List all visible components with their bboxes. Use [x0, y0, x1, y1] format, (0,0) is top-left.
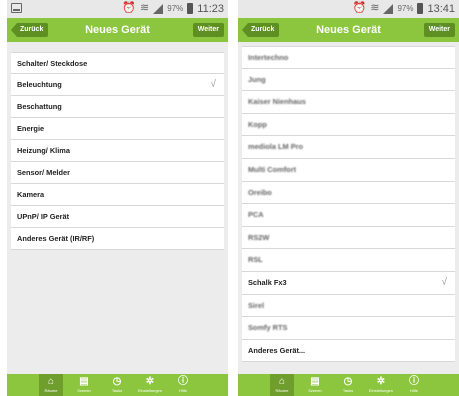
- list-item-kamera[interactable]: Kamera: [11, 184, 224, 206]
- next-button[interactable]: Weiter: [192, 23, 224, 37]
- list-item-rsl[interactable]: RSL: [242, 249, 455, 272]
- screenshot-icon: [11, 3, 22, 13]
- list-item-label: Intertechno: [248, 53, 289, 62]
- status-bar: ⏰ ≋ 97% 13:41: [238, 0, 459, 18]
- list-item-pca[interactable]: PCA: [242, 204, 455, 227]
- battery-percent: 97%: [397, 4, 414, 13]
- alarm-icon: ⏰: [122, 2, 137, 14]
- list-item-label: Heizung/ Klima: [17, 146, 70, 155]
- list-item-energie[interactable]: Energie: [11, 118, 224, 140]
- info-icon: ⓘ: [409, 376, 419, 387]
- list-item-label: Schalter/ Steckdose: [17, 59, 88, 68]
- list-item-label: Jung: [248, 74, 266, 84]
- alarm-icon: ⏰: [352, 2, 367, 14]
- list-item-label: Somfy RTS: [248, 323, 288, 333]
- list-item-label: Energie: [17, 124, 45, 133]
- settings-icon: ✲: [145, 376, 155, 387]
- list-item-sirel[interactable]: Sirel: [242, 295, 455, 318]
- list-item-kaiser-nienhaus[interactable]: Kaiser Nienhaus: [242, 91, 455, 114]
- manufacturer-list: Intertechno Jung Kaiser Nienhaus Kopp mediol…: [242, 46, 455, 363]
- next-button[interactable]: Weiter: [423, 23, 455, 37]
- signal-icon: [383, 3, 394, 14]
- list-item-anderes-gerät-ir-rf[interactable]: Anderes Gerät (IR/RF): [11, 228, 224, 250]
- battery-percent: 97%: [167, 4, 184, 13]
- clock-icon: ◷: [112, 376, 122, 387]
- list-item-oreibo[interactable]: Oreibo: [242, 182, 455, 205]
- tab-räume[interactable]: ⌂ Räume: [39, 374, 63, 396]
- list-item-sensor-melder[interactable]: Sensor/ Melder: [11, 162, 224, 184]
- list-item-label: Anderes Gerät (IR/RF): [17, 234, 95, 243]
- list-item-label: Schalk Fx3: [248, 277, 287, 287]
- tab-szenen[interactable]: ▤ Szenen: [303, 374, 327, 396]
- list-item-mediola-lm-pro[interactable]: mediola LM Pro: [242, 136, 455, 159]
- status-indicators: ⏰ ≋ 97% 11:23: [122, 2, 224, 15]
- list-item-schalk-fx3[interactable]: Schalk Fx3 √: [242, 272, 455, 295]
- tab-bar: ⌂ Räume ▤ Szenen ◷ Tasks ✲ Einstellungen ⓘ Hilfe: [7, 374, 228, 396]
- list-item-jung[interactable]: Jung: [242, 69, 455, 92]
- list-item-anderes-gerät[interactable]: Anderes Gerät...: [242, 340, 455, 363]
- list-item-label: PCA: [248, 210, 264, 220]
- rooms-icon: ⌂: [47, 376, 55, 387]
- list-item-label: Kamera: [17, 190, 45, 199]
- nav-bar: Zurück Neues Gerät Weiter: [238, 18, 459, 42]
- scenes-icon: ▤: [79, 376, 89, 387]
- list-item-label: Sensor/ Melder: [17, 168, 70, 177]
- tab-einstellungen[interactable]: ✲ Einstellungen: [138, 374, 162, 396]
- phone-screen-right: ⏰ ≋ 97% 13:41 Zurück Neues Gerät Weiter …: [238, 0, 459, 396]
- back-button[interactable]: Zurück: [242, 23, 280, 37]
- list-item-heizung-klima[interactable]: Heizung/ Klima: [11, 140, 224, 162]
- nav-bar: Zurück Neues Gerät Weiter: [7, 18, 228, 42]
- checkmark-icon: √: [441, 276, 448, 288]
- settings-icon: ✲: [376, 376, 386, 387]
- tab-label: Hilfe: [409, 388, 418, 393]
- clock-icon: ◷: [343, 376, 353, 387]
- info-icon: ⓘ: [178, 376, 188, 387]
- list-item-label: UPnP/ IP Gerät: [17, 212, 70, 221]
- back-button[interactable]: Zurück: [11, 23, 49, 37]
- list-item-beschattung[interactable]: Beschattung: [11, 96, 224, 118]
- tab-einstellungen[interactable]: ✲ Einstellungen: [369, 374, 393, 396]
- tab-tasks[interactable]: ◷ Tasks: [105, 374, 129, 396]
- list-item-label: Beschattung: [17, 102, 62, 111]
- wifi-icon: ≋: [140, 2, 150, 14]
- tab-hilfe[interactable]: ⓘ Hilfe: [171, 374, 195, 396]
- list-item-label: RS2W: [248, 232, 270, 242]
- list-item-label: Multi Comfort: [248, 164, 297, 174]
- tab-tasks[interactable]: ◷ Tasks: [336, 374, 360, 396]
- list-item-upnp-ip-gerät[interactable]: UPnP/ IP Gerät: [11, 206, 224, 228]
- status-bar: ⏰ ≋ 97% 11:23: [7, 0, 228, 18]
- list-item-label: RSL: [248, 255, 263, 265]
- tab-bar: ⌂ Räume ▤ Szenen ◷ Tasks ✲ Einstellungen ⓘ Hilfe: [238, 374, 459, 396]
- tab-szenen[interactable]: ▤ Szenen: [72, 374, 96, 396]
- list-item-somfy-rts[interactable]: Somfy RTS: [242, 317, 455, 340]
- list-item-label: mediola LM Pro: [248, 142, 304, 152]
- scenes-icon: ▤: [310, 376, 320, 387]
- wifi-icon: ≋: [370, 2, 380, 14]
- list-item-intertechno[interactable]: Intertechno: [242, 46, 455, 69]
- list-item-kopp[interactable]: Kopp: [242, 114, 455, 137]
- checkmark-icon: √: [210, 79, 217, 90]
- list-item-label: Beleuchtung: [17, 80, 62, 89]
- signal-icon: [153, 3, 164, 14]
- list-item-label: Kopp: [248, 119, 267, 129]
- list-item-label: Sirel: [248, 300, 265, 310]
- clock-time: 11:23: [197, 2, 224, 15]
- list-item-label: Oreibo: [248, 187, 272, 197]
- list-item-multi-comfort[interactable]: Multi Comfort: [242, 159, 455, 182]
- list-item-schalter-steckdose[interactable]: Schalter/ Steckdose: [11, 52, 224, 74]
- tab-räume[interactable]: ⌂ Räume: [270, 374, 294, 396]
- rooms-icon: ⌂: [278, 376, 286, 387]
- list-item-rs2w[interactable]: RS2W: [242, 227, 455, 250]
- tab-hilfe[interactable]: ⓘ Hilfe: [402, 374, 426, 396]
- tab-label: Hilfe: [178, 388, 187, 393]
- list-item-beleuchtung[interactable]: Beleuchtung √: [11, 74, 224, 96]
- clock-time: 13:41: [427, 2, 455, 15]
- status-indicators: ⏰ ≋ 97% 13:41: [353, 2, 455, 15]
- list-item-label: Anderes Gerät...: [248, 345, 306, 355]
- battery-icon: [417, 3, 424, 14]
- device-category-list: Schalter/ Steckdose Beleuchtung √ Beschattu…: [11, 52, 224, 250]
- battery-icon: [187, 3, 194, 14]
- list-item-label: Kaiser Nienhaus: [248, 97, 306, 107]
- phone-screen-left: ⏰ ≋ 97% 11:23 Zurück Neues Gerät Weiter …: [7, 0, 228, 396]
